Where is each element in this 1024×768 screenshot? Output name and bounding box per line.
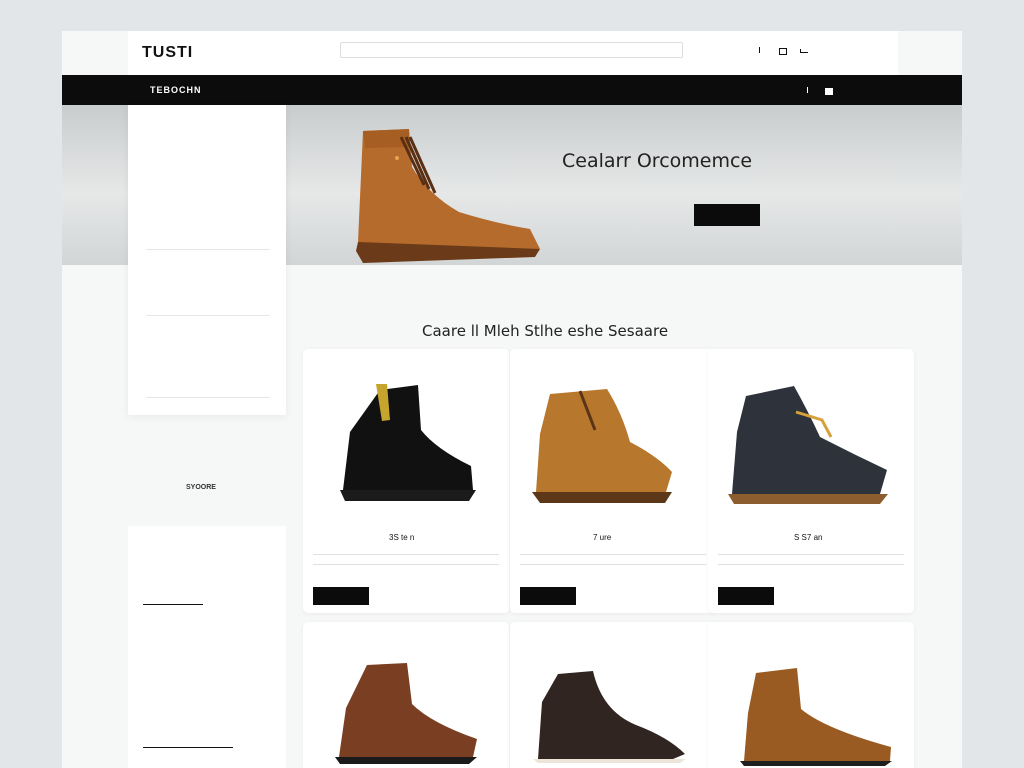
main-navigation: TEBOCHN	[62, 75, 962, 105]
product-card[interactable]	[303, 622, 509, 768]
add-to-cart-button[interactable]	[520, 587, 576, 605]
add-to-cart-button[interactable]	[718, 587, 774, 605]
navy-chukka-boot-image	[728, 386, 888, 504]
product-divider	[718, 564, 904, 565]
tan-chelsea-boot-image	[740, 668, 892, 766]
filter-sidebar	[128, 105, 286, 415]
search-input[interactable]	[340, 42, 683, 58]
filter-divider-3	[146, 397, 270, 398]
cart-icon[interactable]	[800, 46, 808, 54]
hero-boot-image	[356, 129, 540, 263]
product-divider	[313, 564, 499, 565]
nav-actions	[792, 86, 833, 95]
top-header: TUSTI	[128, 31, 898, 76]
product-name: 3S te n	[389, 533, 415, 542]
bag-icon[interactable]	[778, 46, 787, 55]
product-card[interactable]: 7 ure	[510, 349, 716, 613]
black-boot-image	[340, 384, 476, 501]
product-divider	[313, 554, 499, 555]
filter-divider-2	[146, 315, 270, 316]
dark-chelsea-boot-image	[533, 671, 686, 763]
add-to-cart-button[interactable]	[313, 587, 369, 605]
product-divider	[718, 554, 904, 555]
product-card[interactable]	[510, 622, 716, 768]
price-slider-fill[interactable]	[143, 604, 203, 605]
header-actions	[728, 46, 808, 55]
product-card[interactable]	[708, 622, 914, 768]
brand-logo[interactable]: TUSTI	[142, 44, 193, 62]
nav-bag-icon[interactable]	[824, 86, 833, 95]
product-divider	[520, 564, 706, 565]
secondary-filter-panel	[128, 526, 286, 768]
nav-account-icon[interactable]	[804, 86, 812, 94]
account-icon[interactable]	[756, 46, 764, 54]
hero-title: Cealarr Orcomemce	[562, 150, 753, 172]
filter-divider-1	[146, 249, 270, 250]
product-name: S S7 an	[794, 533, 823, 542]
page-frame: TUSTI TEBOCHN Cealarr Orcomemce SYOORE C…	[62, 31, 962, 768]
size-slider-fill[interactable]	[143, 747, 233, 748]
brown-chelsea-boot-image	[335, 663, 477, 764]
nav-brand[interactable]: TEBOCHN	[150, 85, 202, 95]
product-name: 7 ure	[593, 533, 612, 542]
product-card[interactable]: S S7 an	[708, 349, 914, 613]
section-heading: Caare ll Mleh Stlhe eshe Sesaare	[422, 322, 669, 340]
sidebar-store-label: SYOORE	[186, 484, 216, 491]
hero-shop-button[interactable]	[694, 204, 760, 226]
tan-chukka-boot-image	[532, 389, 672, 503]
product-card[interactable]: 3S te n	[303, 349, 509, 613]
product-divider	[520, 554, 706, 555]
